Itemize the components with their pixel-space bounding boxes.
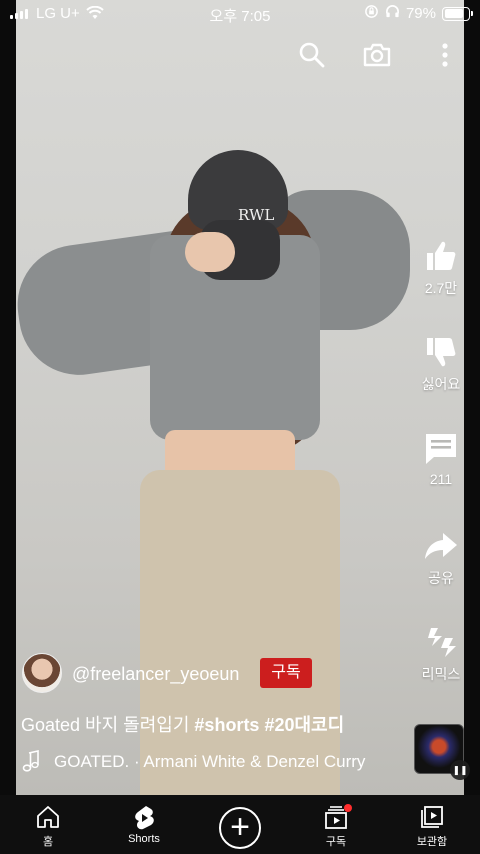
video-title[interactable]: Goated 바지 돌려입기 #shorts #20대코디 [21, 711, 344, 737]
cap-logo: RWL [238, 206, 275, 224]
share-label: 공유 [428, 570, 454, 586]
nav-subscriptions-label: 구독 [325, 836, 347, 848]
video-edge-left [0, 0, 16, 795]
video-title-text: Goated 바지 돌려입기 [21, 715, 195, 735]
music-note-icon [22, 750, 40, 772]
nav-library-label: 보관함 [416, 836, 448, 848]
video-edge-right [464, 0, 480, 795]
status-bar: LG U+ 오후 7:05 79% [0, 0, 480, 28]
like-count: 2.7만 [424, 280, 458, 296]
nav-shorts[interactable]: Shorts [96, 795, 192, 854]
nav-library[interactable]: 보관함 [384, 795, 480, 854]
rotation-lock-icon [364, 4, 379, 23]
notification-dot [343, 804, 352, 812]
battery-percent: 79% [405, 5, 436, 22]
remix-label: 리믹스 [421, 666, 461, 682]
like-button[interactable]: 2.7만 [418, 238, 464, 298]
nav-subscriptions[interactable]: 구독 [288, 795, 384, 854]
channel-name[interactable]: @freelancer_yeoeun [72, 664, 239, 685]
pause-icon: ❚❚ [450, 760, 470, 780]
headphones-icon [385, 4, 400, 23]
thumb-down-icon [427, 338, 456, 367]
figure-pants [140, 470, 340, 795]
channel-avatar[interactable] [22, 653, 62, 693]
nav-create[interactable]: + [192, 795, 288, 854]
nav-shorts-label: Shorts [128, 833, 160, 845]
remix-button[interactable]: 리믹스 [418, 624, 464, 684]
dislike-label: 싫어요 [421, 376, 461, 392]
home-icon [37, 806, 59, 828]
battery-icon [442, 6, 473, 21]
library-icon [421, 806, 443, 828]
search-icon[interactable] [297, 40, 327, 70]
comment-icon [426, 434, 456, 464]
shorts-icon [135, 806, 154, 830]
figure-hand [185, 232, 235, 272]
nav-home[interactable]: 홈 [0, 795, 96, 854]
camera-icon[interactable] [362, 40, 392, 70]
dislike-button[interactable]: 싫어요 [418, 334, 464, 394]
comment-count: 211 [429, 471, 453, 487]
more-vertical-icon[interactable] [430, 40, 460, 70]
video-title-hashtags[interactable]: #shorts #20대코디 [194, 715, 344, 735]
bottom-nav: 홈 Shorts + 구독 보관함 [0, 795, 480, 854]
share-button[interactable]: 공유 [418, 528, 464, 588]
thumb-up-icon [427, 241, 456, 270]
comments-button[interactable]: 211 [418, 431, 464, 487]
share-icon [425, 533, 457, 559]
create-icon: + [219, 807, 261, 849]
subscribe-button[interactable]: 구독 [260, 658, 312, 688]
music-track[interactable]: GOATED. · Armani White & Denzel Curry [54, 752, 365, 772]
nav-home-label: 홈 [42, 836, 54, 848]
remix-icon [428, 628, 456, 657]
